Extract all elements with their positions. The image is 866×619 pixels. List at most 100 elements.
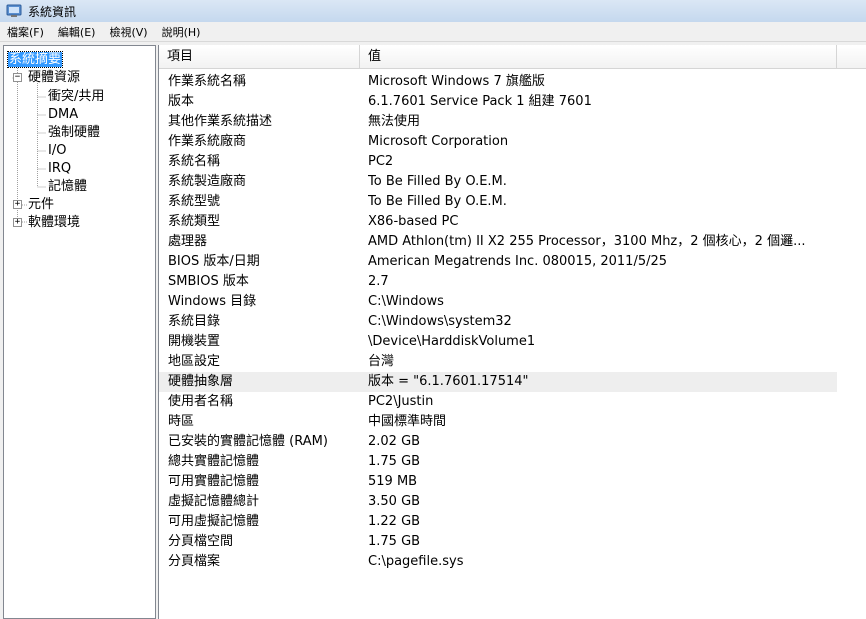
cell-value: 1.22 GB xyxy=(368,514,421,529)
list-rows: 作業系統名稱 Microsoft Windows 7 旗艦版版本 6.1.7601 … xyxy=(159,72,866,572)
table-row[interactable]: 作業系統廠商 Microsoft Corporation xyxy=(159,132,866,152)
cell-value: C:\Windows\system32 xyxy=(368,314,512,329)
title-bar: 系統資訊 xyxy=(0,0,866,22)
tree-item-label: IRQ xyxy=(48,161,72,176)
cell-value: 1.75 GB xyxy=(368,534,421,549)
tree-item-dma[interactable]: DMA xyxy=(48,106,78,123)
table-row[interactable]: 其他作業系統描述 無法使用 xyxy=(159,112,866,132)
tree-item-label: 強制硬體 xyxy=(48,125,101,140)
cell-item: 系統類型 xyxy=(168,214,221,229)
system-info-icon xyxy=(6,3,22,19)
tree-item-software-environment[interactable]: 軟體環境 xyxy=(28,214,80,231)
tree-item-io[interactable]: I/O xyxy=(48,142,66,159)
table-row[interactable]: Windows 目錄 C:\Windows xyxy=(159,292,866,312)
tree-item-label: 衝突/共用 xyxy=(48,89,105,104)
cell-item: Windows 目錄 xyxy=(168,294,257,309)
cell-item: 版本 xyxy=(168,94,195,109)
cell-item: SMBIOS 版本 xyxy=(168,274,249,289)
cell-value: C:\pagefile.sys xyxy=(368,554,464,569)
tree-item-irq[interactable]: IRQ xyxy=(48,160,71,177)
table-row[interactable]: 系統名稱 PC2 xyxy=(159,152,866,172)
cell-item: 硬體抽象層 xyxy=(168,374,234,389)
cell-item: 系統製造廠商 xyxy=(168,174,247,189)
table-row[interactable]: 硬體抽象層 版本 = "6.1.7601.17514" xyxy=(159,372,837,392)
cell-item: 可用虛擬記憶體 xyxy=(168,514,260,529)
tree-item-label: 元件 xyxy=(28,197,55,212)
table-row[interactable]: 分頁檔案 C:\pagefile.sys xyxy=(159,552,866,572)
cell-value: American Megatrends Inc. 080015, 2011/5/… xyxy=(368,254,668,269)
cell-value: 6.1.7601 Service Pack 1 組建 7601 xyxy=(368,94,592,109)
table-row[interactable]: 系統型號 To Be Filled By O.E.M. xyxy=(159,192,866,212)
cell-item: 作業系統廠商 xyxy=(168,134,247,149)
cell-item: 系統型號 xyxy=(168,194,221,209)
cell-value: PC2\Justin xyxy=(368,394,434,409)
tree-item-hardware-resources[interactable]: 硬體資源 xyxy=(28,69,80,86)
cell-item: 虛擬記憶體總計 xyxy=(168,494,260,509)
column-header-item[interactable]: 項目 xyxy=(159,45,360,69)
table-row[interactable]: 作業系統名稱 Microsoft Windows 7 旗艦版 xyxy=(159,72,866,92)
tree-item-label: DMA xyxy=(48,107,79,122)
list-header: 項目 值 xyxy=(159,45,866,69)
table-row[interactable]: SMBIOS 版本 2.7 xyxy=(159,272,866,292)
menu-edit[interactable]: 編輯(E) xyxy=(51,24,103,40)
cell-value: AMD Athlon(tm) II X2 255 Processor，3100 … xyxy=(368,234,806,249)
menu-view[interactable]: 檢視(V) xyxy=(102,24,154,40)
cell-value: 3.50 GB xyxy=(368,494,421,509)
cell-item: 開機裝置 xyxy=(168,334,221,349)
table-row[interactable]: 可用實體記憶體 519 MB xyxy=(159,472,866,492)
table-row[interactable]: 開機裝置 \Device\HarddiskVolume1 xyxy=(159,332,866,352)
category-tree[interactable]: 系統摘要 − 硬體資源 衝突/共用 DMA 強制硬體 I/O IRQ 記憶體 +… xyxy=(3,45,156,619)
cell-value: 中國標準時間 xyxy=(368,414,447,429)
cell-value: 519 MB xyxy=(368,474,418,489)
cell-item: 分頁檔案 xyxy=(168,554,221,569)
tree-item-memory[interactable]: 記憶體 xyxy=(48,178,87,195)
cell-value: 2.7 xyxy=(368,274,389,289)
expand-icon[interactable]: + xyxy=(13,218,22,227)
cell-item: 作業系統名稱 xyxy=(168,74,247,89)
cell-value: Microsoft Corporation xyxy=(368,134,509,149)
expand-icon[interactable]: + xyxy=(13,200,22,209)
table-row[interactable]: 虛擬記憶體總計 3.50 GB xyxy=(159,492,866,512)
menu-help[interactable]: 說明(H) xyxy=(155,24,208,40)
table-row[interactable]: 總共實體記憶體 1.75 GB xyxy=(159,452,866,472)
table-row[interactable]: 已安裝的實體記憶體 (RAM) 2.02 GB xyxy=(159,432,866,452)
tree-item-label: I/O xyxy=(48,143,67,158)
table-row[interactable]: 使用者名稱 PC2\Justin xyxy=(159,392,866,412)
cell-item: 處理器 xyxy=(168,234,208,249)
tree-item-system-summary[interactable]: 系統摘要 xyxy=(6,51,64,68)
cell-value: 1.75 GB xyxy=(368,454,421,469)
table-row[interactable]: 系統類型 X86-based PC xyxy=(159,212,866,232)
tree-item-forced-hardware[interactable]: 強制硬體 xyxy=(48,124,100,141)
table-row[interactable]: 時區 中國標準時間 xyxy=(159,412,866,432)
table-row[interactable]: 處理器 AMD Athlon(tm) II X2 255 Processor，31… xyxy=(159,232,866,252)
table-row[interactable]: 分頁檔空間 1.75 GB xyxy=(159,532,866,552)
window-title: 系統資訊 xyxy=(28,4,77,19)
cell-value: To Be Filled By O.E.M. xyxy=(368,174,507,189)
cell-item: BIOS 版本/日期 xyxy=(168,254,260,269)
cell-item: 已安裝的實體記憶體 (RAM) xyxy=(168,434,328,449)
table-row[interactable]: 地區設定 台灣 xyxy=(159,352,866,372)
table-row[interactable]: 系統目錄 C:\Windows\system32 xyxy=(159,312,866,332)
cell-value: 版本 = "6.1.7601.17514" xyxy=(368,374,529,389)
cell-item: 分頁檔空間 xyxy=(168,534,234,549)
column-header-value[interactable]: 值 xyxy=(360,45,837,69)
cell-item: 總共實體記憶體 xyxy=(168,454,260,469)
collapse-icon[interactable]: − xyxy=(13,73,22,82)
menu-file[interactable]: 檔案(F) xyxy=(0,24,51,40)
cell-item: 可用實體記憶體 xyxy=(168,474,260,489)
main-area: 系統摘要 − 硬體資源 衝突/共用 DMA 強制硬體 I/O IRQ 記憶體 +… xyxy=(0,42,866,619)
tree-item-conflicts-sharing[interactable]: 衝突/共用 xyxy=(48,88,104,105)
details-list[interactable]: 項目 值 作業系統名稱 Microsoft Windows 7 旗艦版版本 6.1.… xyxy=(158,45,866,619)
cell-value: To Be Filled By O.E.M. xyxy=(368,194,507,209)
table-row[interactable]: 系統製造廠商 To Be Filled By O.E.M. xyxy=(159,172,866,192)
tree-item-label: 記憶體 xyxy=(48,179,88,194)
table-row[interactable]: 可用虛擬記憶體 1.22 GB xyxy=(159,512,866,532)
tree-item-label: 軟體環境 xyxy=(28,215,81,230)
cell-value: 2.02 GB xyxy=(368,434,421,449)
tree-item-components[interactable]: 元件 xyxy=(28,196,54,213)
tree-item-label: 硬體資源 xyxy=(28,70,81,85)
table-row[interactable]: BIOS 版本/日期 American Megatrends Inc. 08001… xyxy=(159,252,866,272)
cell-value: C:\Windows xyxy=(368,294,444,309)
cell-item: 地區設定 xyxy=(168,354,221,369)
table-row[interactable]: 版本 6.1.7601 Service Pack 1 組建 7601 xyxy=(159,92,866,112)
